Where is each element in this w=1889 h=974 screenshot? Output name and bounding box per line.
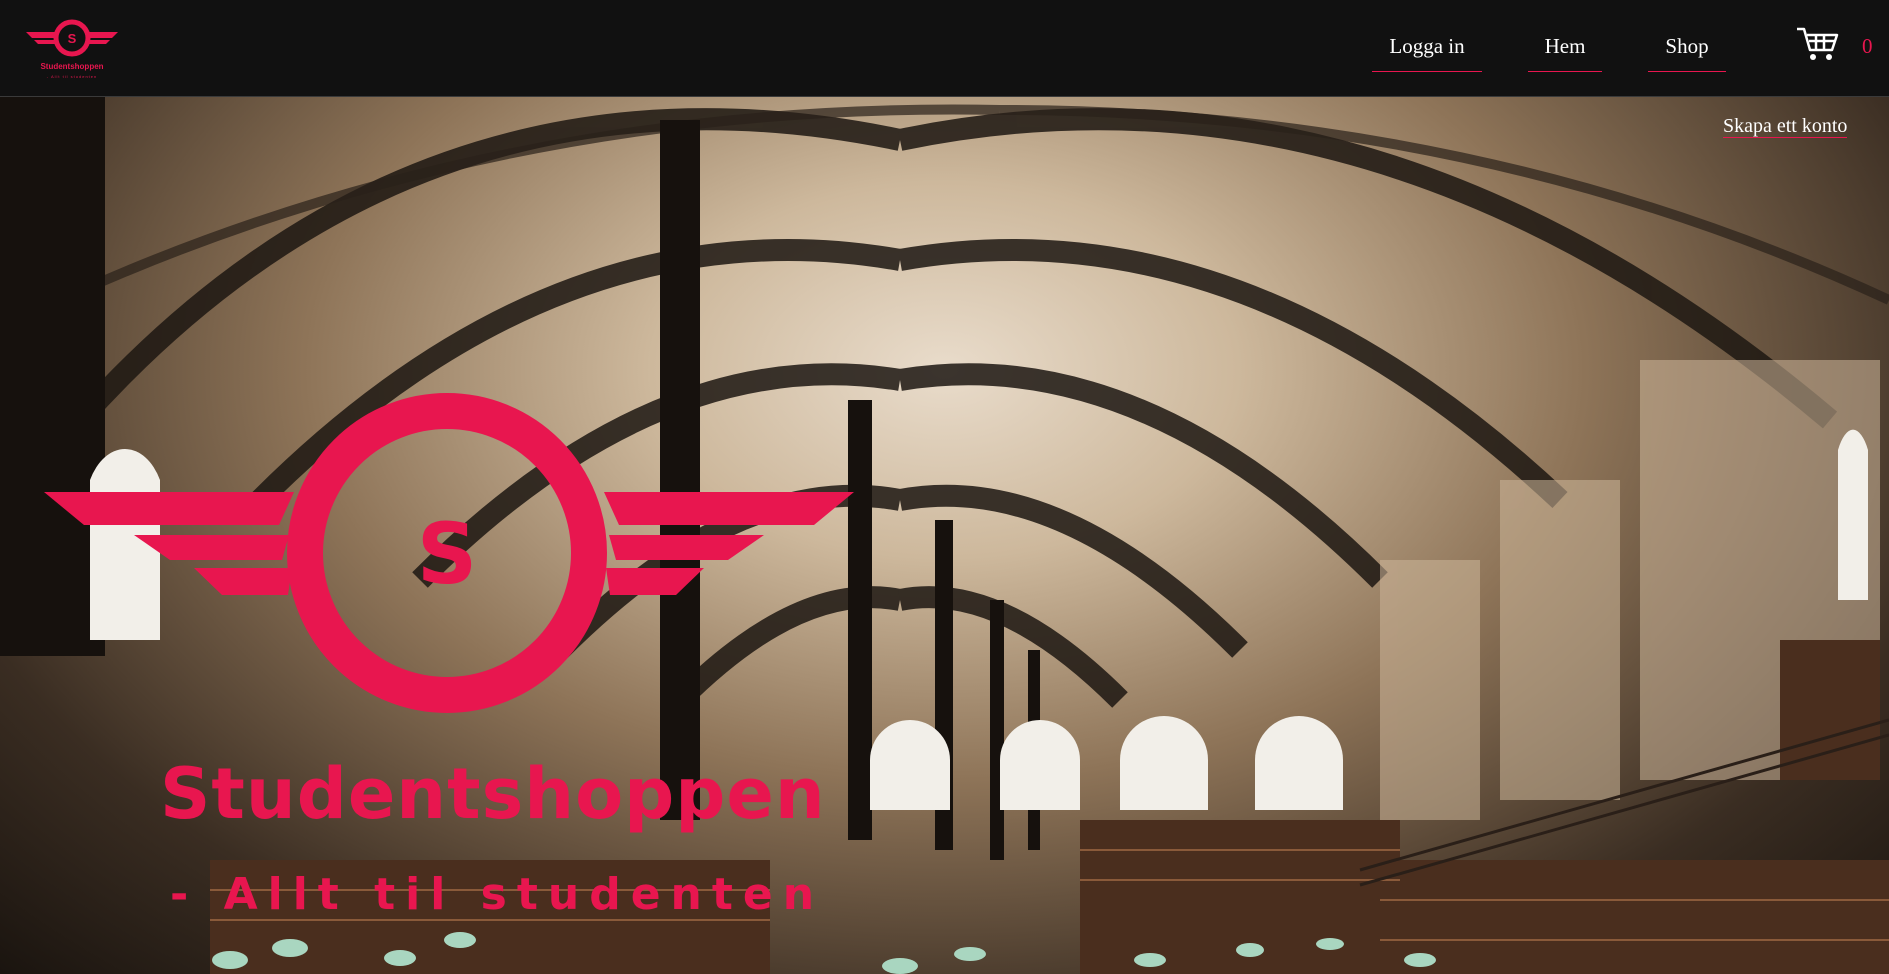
- create-account-link[interactable]: Skapa ett konto: [1723, 115, 1848, 138]
- nav-home-link[interactable]: Hem: [1528, 34, 1602, 72]
- hero-logo-letter: S: [417, 505, 478, 603]
- brand-logo-link[interactable]: S Studentshoppen - Allt til studenten: [26, 18, 118, 84]
- nav-login-link[interactable]: Logga in: [1372, 34, 1482, 72]
- cart-count: 0: [1862, 34, 1873, 58]
- nav-shop-link[interactable]: Shop: [1648, 34, 1726, 72]
- brand-logo-letter: S: [68, 31, 77, 46]
- brand-tagline: - Allt til studenten: [46, 74, 98, 79]
- top-navigation-bar: S Studentshoppen - Allt til studenten Lo…: [0, 0, 1889, 97]
- brand-name: Studentshoppen: [40, 62, 104, 71]
- shopping-cart-icon[interactable]: [1796, 26, 1840, 62]
- brand-logo-icon: S: [26, 19, 118, 57]
- hero-logo-icon: S: [44, 393, 854, 713]
- hero-tagline: - Allt til studenten: [170, 869, 825, 920]
- hero-title: Studentshoppen: [160, 753, 826, 835]
